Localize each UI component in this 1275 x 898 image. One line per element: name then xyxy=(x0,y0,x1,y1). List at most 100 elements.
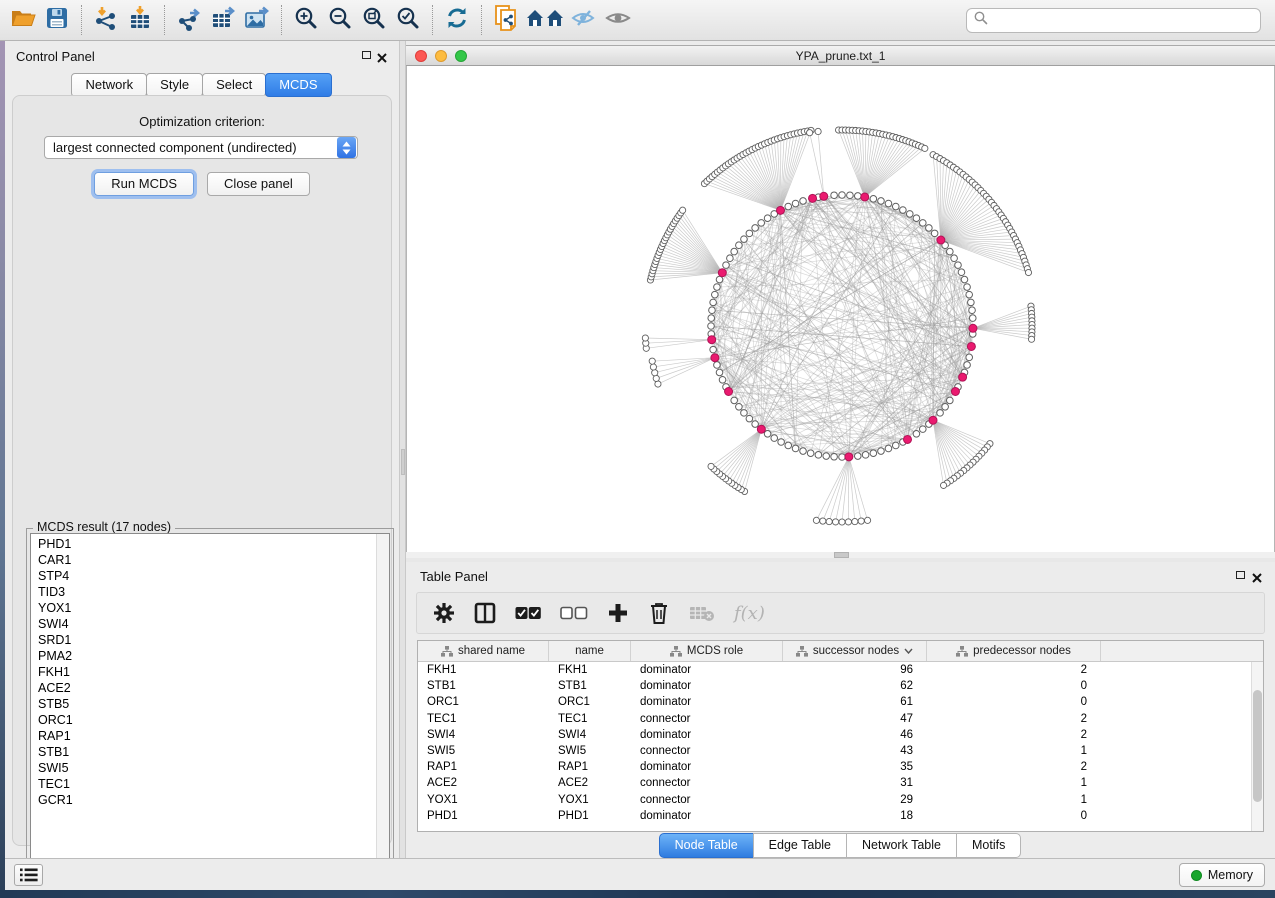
tab-node-table[interactable]: Node Table xyxy=(659,833,754,858)
mcds-result-item[interactable]: STB1 xyxy=(31,744,389,760)
graph-node[interactable] xyxy=(831,453,838,460)
graph-node[interactable] xyxy=(906,211,913,218)
graph-leaf-node[interactable] xyxy=(826,518,832,524)
graph-node[interactable] xyxy=(885,445,892,452)
graph-node[interactable] xyxy=(862,452,869,459)
graph-node[interactable] xyxy=(778,439,785,446)
delete-table-button[interactable] xyxy=(689,604,715,622)
graph-hub-node[interactable] xyxy=(967,342,975,350)
graph-node[interactable] xyxy=(958,269,965,276)
optimization-criterion-select[interactable]: largest connected component (undirected) xyxy=(44,136,358,159)
graph-leaf-node[interactable] xyxy=(653,375,659,381)
graph-node[interactable] xyxy=(964,284,971,291)
graph-node[interactable] xyxy=(831,192,838,199)
table-row[interactable]: SWI4SWI4dominator462 xyxy=(418,727,1263,743)
graph-leaf-node[interactable] xyxy=(807,130,813,136)
graph-node[interactable] xyxy=(878,198,885,205)
export-table-button[interactable] xyxy=(206,3,240,37)
table-row[interactable]: ACE2ACE2connector311 xyxy=(418,775,1263,791)
graph-node[interactable] xyxy=(723,262,730,269)
column-view-button[interactable] xyxy=(474,602,496,624)
graph-node[interactable] xyxy=(964,362,971,369)
graph-leaf-node[interactable] xyxy=(649,358,655,364)
graph-hub-node[interactable] xyxy=(969,324,977,332)
vertical-splitter[interactable] xyxy=(399,41,406,858)
graph-node[interactable] xyxy=(969,307,976,314)
graph-leaf-node[interactable] xyxy=(813,517,819,523)
graph-hub-node[interactable] xyxy=(718,269,726,277)
add-column-button[interactable] xyxy=(607,602,629,624)
table-row[interactable]: ORC1ORC1dominator610 xyxy=(418,694,1263,710)
table-row[interactable]: STB1STB1dominator620 xyxy=(418,678,1263,694)
graph-node[interactable] xyxy=(966,291,973,298)
graph-leaf-node[interactable] xyxy=(839,519,845,525)
close-panel-button[interactable]: Close panel xyxy=(207,172,310,196)
mcds-result-item[interactable]: STB5 xyxy=(31,696,389,712)
mcds-result-item[interactable]: TID3 xyxy=(31,584,389,600)
export-image-button[interactable] xyxy=(240,3,274,37)
graph-node[interactable] xyxy=(727,255,734,262)
graph-node[interactable] xyxy=(710,346,717,353)
tab-select[interactable]: Select xyxy=(202,73,266,97)
graph-node[interactable] xyxy=(800,448,807,455)
graph-node[interactable] xyxy=(807,450,814,457)
graph-node[interactable] xyxy=(947,397,954,404)
graph-node[interactable] xyxy=(823,453,830,460)
graph-node[interactable] xyxy=(714,362,721,369)
mcds-result-item[interactable]: SRD1 xyxy=(31,632,389,648)
graph-node[interactable] xyxy=(913,431,920,438)
search-input[interactable] xyxy=(989,14,1260,28)
graph-hub-node[interactable] xyxy=(951,388,959,396)
mcds-list-scrollbar[interactable] xyxy=(376,534,389,891)
graph-leaf-node[interactable] xyxy=(642,335,648,341)
mcds-result-item[interactable]: FKH1 xyxy=(31,664,389,680)
graph-node[interactable] xyxy=(792,200,799,207)
first-neighbors-button[interactable] xyxy=(523,3,567,37)
tab-motifs[interactable]: Motifs xyxy=(956,833,1021,858)
graph-hub-node[interactable] xyxy=(776,206,784,214)
graph-node[interactable] xyxy=(969,315,976,322)
graph-leaf-node[interactable] xyxy=(922,145,928,151)
save-session-button[interactable] xyxy=(40,3,74,37)
graph-node[interactable] xyxy=(942,403,949,410)
graph-node[interactable] xyxy=(815,452,822,459)
graph-leaf-node[interactable] xyxy=(832,519,838,525)
graph-node[interactable] xyxy=(885,200,892,207)
graph-node[interactable] xyxy=(854,453,861,460)
graph-node[interactable] xyxy=(716,369,723,376)
graph-node[interactable] xyxy=(870,450,877,457)
graph-node[interactable] xyxy=(710,299,717,306)
graph-node[interactable] xyxy=(716,276,723,283)
zoom-fit-button[interactable] xyxy=(357,3,391,37)
duplicate-network-button[interactable] xyxy=(489,3,523,37)
graph-node[interactable] xyxy=(892,203,899,210)
float-window-icon[interactable] xyxy=(362,51,371,59)
graph-node[interactable] xyxy=(764,431,771,438)
graph-hub-node[interactable] xyxy=(708,336,716,344)
graph-node[interactable] xyxy=(741,410,748,417)
graph-node[interactable] xyxy=(913,215,920,222)
mcds-result-item[interactable]: STP4 xyxy=(31,568,389,584)
mcds-result-item[interactable]: SWI5 xyxy=(31,760,389,776)
graph-node[interactable] xyxy=(785,203,792,210)
refresh-view-button[interactable] xyxy=(440,3,474,37)
graph-node[interactable] xyxy=(839,454,846,461)
graph-node[interactable] xyxy=(847,192,854,199)
table-row[interactable]: YOX1YOX1connector291 xyxy=(418,792,1263,808)
graph-node[interactable] xyxy=(892,442,899,449)
graph-node[interactable] xyxy=(736,403,743,410)
table-row[interactable]: FKH1FKH1dominator962 xyxy=(418,662,1263,678)
table-vscroll-thumb[interactable] xyxy=(1253,690,1262,802)
graph-node[interactable] xyxy=(731,397,738,404)
graph-node[interactable] xyxy=(947,248,954,255)
table-settings-button[interactable] xyxy=(433,602,455,624)
mcds-result-item[interactable]: RAP1 xyxy=(31,728,389,744)
tab-mcds[interactable]: MCDS xyxy=(265,73,331,97)
graph-node[interactable] xyxy=(951,255,958,262)
table-row[interactable]: PHD1PHD1dominator180 xyxy=(418,808,1263,824)
tab-network[interactable]: Network xyxy=(71,73,147,97)
graph-node[interactable] xyxy=(919,426,926,433)
show-all-button[interactable] xyxy=(601,3,635,37)
graph-leaf-node[interactable] xyxy=(845,519,851,525)
network-canvas[interactable] xyxy=(406,66,1275,552)
